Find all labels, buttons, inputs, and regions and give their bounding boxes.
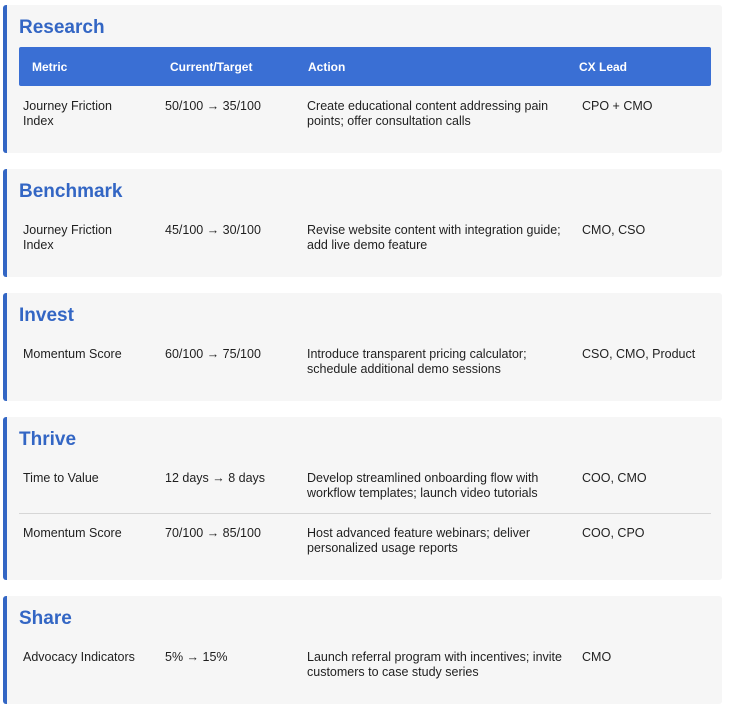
cell-action: Launch referral program with incentives;… bbox=[307, 650, 562, 679]
cell-current-target: 45/100 → 30/100 bbox=[165, 223, 261, 237]
section-title: Invest bbox=[19, 305, 74, 326]
cell-cx-lead: CSO, CMO, Product bbox=[582, 347, 696, 361]
table-header: Metric Current/Target Action CX Lead bbox=[19, 47, 711, 86]
section-title: Research bbox=[19, 17, 105, 38]
header-action: Action bbox=[308, 60, 346, 74]
cell-metric: Momentum Score bbox=[23, 526, 122, 540]
section-title: Benchmark bbox=[19, 181, 123, 202]
cell-action: Develop streamlined onboarding flow with… bbox=[307, 471, 539, 500]
section-title: Share bbox=[19, 608, 72, 629]
cell-action: Create educational content addressing pa… bbox=[307, 99, 549, 128]
cell-cx-lead: COO, CMO bbox=[582, 471, 647, 485]
cell-cx-lead: COO, CPO bbox=[582, 526, 645, 540]
cell-metric: Journey Friction Index bbox=[23, 99, 112, 128]
cell-metric: Advocacy Indicators bbox=[23, 650, 135, 664]
cell-metric: Time to Value bbox=[23, 471, 99, 485]
section-share: Share Advocacy Indicators 5% → 15% Launc… bbox=[3, 596, 722, 704]
cell-current-target: 12 days → 8 days bbox=[165, 471, 266, 485]
cell-metric: Journey Friction Index bbox=[23, 223, 112, 252]
row-divider bbox=[19, 513, 711, 514]
section-benchmark: Benchmark Journey Friction Index 45/100 … bbox=[3, 169, 722, 277]
cell-cx-lead: CMO bbox=[582, 650, 612, 664]
cell-current-target: 70/100 → 85/100 bbox=[165, 526, 261, 540]
section-invest: Invest Momentum Score 60/100 → 75/100 In… bbox=[3, 293, 722, 401]
section-thrive: Thrive Time to Value 12 days → 8 days De… bbox=[3, 417, 722, 580]
cell-current-target: 60/100 → 75/100 bbox=[165, 347, 261, 361]
section-title: Thrive bbox=[19, 429, 77, 450]
cell-current-target: 5% → 15% bbox=[165, 650, 228, 664]
cell-cx-lead: CMO, CSO bbox=[582, 223, 646, 237]
cell-action: Introduce transparent pricing calculator… bbox=[307, 347, 527, 376]
cell-metric: Momentum Score bbox=[23, 347, 122, 361]
cell-action: Host advanced feature webinars; deliver … bbox=[307, 526, 531, 555]
header-cx-lead: CX Lead bbox=[579, 60, 628, 74]
cell-cx-lead: CPO + CMO bbox=[582, 99, 653, 113]
page: Research Metric Current/Target Action CX… bbox=[0, 0, 730, 707]
header-current-target: Current/Target bbox=[170, 60, 253, 74]
cell-current-target: 50/100 → 35/100 bbox=[165, 99, 261, 113]
cell-action: Revise website content with integration … bbox=[307, 223, 561, 252]
section-research: Research Metric Current/Target Action CX… bbox=[3, 5, 722, 153]
header-metric: Metric bbox=[32, 60, 68, 74]
